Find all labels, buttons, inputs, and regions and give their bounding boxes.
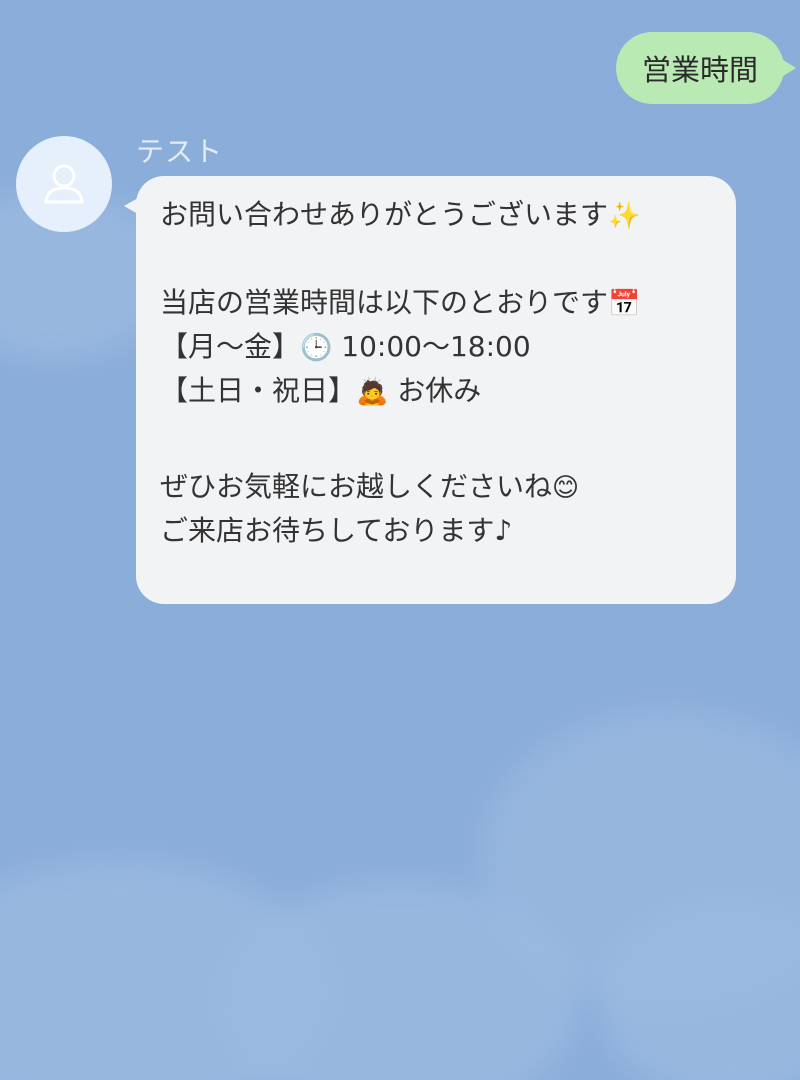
message-text: 【土日・祝日】 (160, 374, 357, 407)
received-message-bubble[interactable]: お問い合わせありがとうございます✨ 当店の営業時間は以下のとおりです📅 【月〜金… (124, 176, 736, 604)
message-text: お問い合わせありがとうございます (160, 198, 609, 231)
chat-area: 営業時間 テスト お問い合わせありがとうございます✨ 当店の営業時間は以下のとお… (0, 0, 800, 1080)
hours-text: 10:00〜18:00 (341, 330, 531, 363)
message-text: ご来店お待ちしております♪ (160, 514, 513, 547)
message-line: ご来店お待ちしております♪ (160, 506, 712, 556)
message-line: ぜひお気軽にお越しくださいね😊 (160, 468, 712, 506)
closed-text: お休み (397, 374, 482, 407)
bubble-tail (124, 198, 138, 214)
message-text: 【月〜金】 (160, 330, 301, 363)
bowing-person-icon: 🙇 (356, 377, 389, 407)
sent-message-text: 営業時間 (641, 53, 758, 87)
message-text: 当店の営業時間は以下のとおりです (160, 286, 609, 319)
clock-icon: 🕒 (300, 333, 333, 363)
message-line: 当店の営業時間は以下のとおりです📅 (160, 284, 712, 322)
calendar-icon: 📅 (608, 289, 641, 319)
message-text: ぜひお気軽にお越しくださいね (160, 470, 553, 503)
sent-message-bubble[interactable]: 営業時間 (615, 32, 796, 104)
bubble-tail (780, 58, 796, 78)
message-line: 【土日・祝日】🙇 お休み (160, 372, 712, 410)
avatar[interactable] (16, 136, 112, 232)
sparkles-icon: ✨ (608, 201, 641, 231)
message-line: お問い合わせありがとうございます✨ (160, 196, 712, 234)
sender-name: テスト (136, 135, 224, 168)
smile-icon: 😊 (552, 473, 580, 503)
person-icon (44, 164, 84, 204)
message-line: 【月〜金】🕒 10:00〜18:00 (160, 322, 712, 372)
